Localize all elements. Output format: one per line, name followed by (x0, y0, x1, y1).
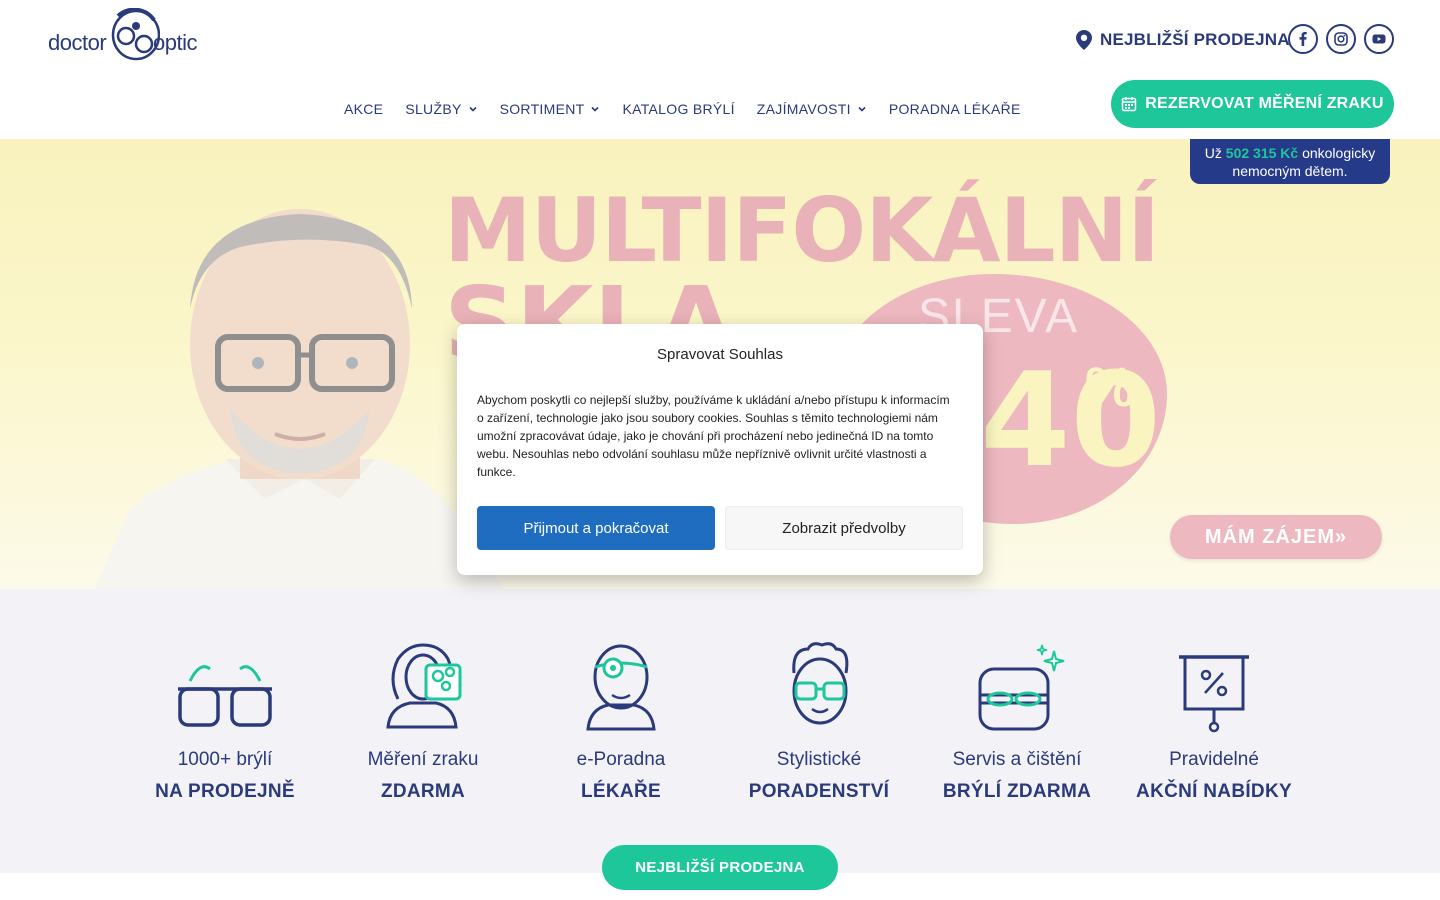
consent-title: Spravovat Souhlas (657, 346, 783, 363)
nearest-store-label: NEJBLIŽŠÍ PRODEJNA (1100, 30, 1290, 49)
feature-line2: ZDARMA (380, 781, 466, 802)
feature-offers: Pravidelné AKČNÍ NABÍDKY (1114, 639, 1314, 803)
logo-text-doctor: doctor (48, 30, 107, 55)
calendar-icon (1122, 97, 1137, 112)
logo-mark-icon (111, 8, 160, 61)
map-pin-icon (1076, 30, 1092, 50)
chevron-down-icon (858, 106, 866, 112)
discount-board-icon (1179, 655, 1249, 733)
feature-line2: AKČNÍ NABÍDKY (1136, 781, 1292, 802)
nearest-store-link[interactable]: NEJBLIŽŠÍ PRODEJNA (1076, 28, 1290, 52)
nav-item-zajimavosti[interactable]: ZAJÍMAVOSTI (757, 101, 867, 117)
instagram-icon (1334, 32, 1348, 46)
nav-item-sortiment[interactable]: SORTIMENT (500, 101, 601, 117)
nav-item-akce[interactable]: AKCE (344, 101, 383, 117)
feature-line2: PORADENSTVÍ (748, 781, 890, 802)
feature-line1: e-Poradna (576, 749, 666, 770)
youtube-link[interactable] (1364, 24, 1394, 54)
lens-case-icon (978, 644, 1065, 731)
feature-line1: Pravidelné (1169, 749, 1259, 770)
feature-glasses: 1000+ brýlí NA PRODEJNĚ (125, 639, 325, 803)
nav-item-label: ZAJÍMAVOSTI (756, 101, 851, 117)
youtube-icon (1372, 34, 1386, 44)
facebook-icon (1299, 32, 1307, 46)
consent-text: Abychom poskytli co nejlepší služby, pou… (477, 393, 950, 479)
main-nav: AKCE SLUŽBY SORTIMENT KATALOG BRÝLÍ ZAJÍ… (344, 98, 1043, 120)
charity-amount: 502 315 Kč (1225, 145, 1299, 161)
site-header: doctor optic NEJBLIŽŠÍ PRODEJNA AKCE SLU… (0, 0, 1440, 139)
feature-line2: LÉKAŘE (581, 781, 661, 802)
charity-suffix: onkologicky (1302, 145, 1376, 161)
charity-prefix: Už (1204, 145, 1222, 161)
nav-item-poradna[interactable]: PORADNA LÉKAŘE (889, 101, 1021, 117)
feature-line1: 1000+ brýlí (177, 749, 273, 770)
instagram-link[interactable] (1326, 24, 1356, 54)
chevron-down-icon (591, 106, 600, 112)
nav-item-label: SLUŽBY (405, 101, 462, 117)
eye-test-icon (386, 643, 462, 729)
reserve-eye-exam-button[interactable]: REZERVOVAT MĚŘENÍ ZRAKU (1111, 80, 1394, 128)
logo-text-optic: optic (153, 30, 197, 55)
nearest-store-button[interactable]: NEJBLIŽŠÍ PRODEJNA (602, 845, 838, 890)
stylist-icon (792, 642, 849, 725)
nav-item-label: KATALOG BRÝLÍ (622, 101, 735, 117)
reserve-button-label: REZERVOVAT MĚŘENÍ ZRAKU (1145, 95, 1384, 112)
charity-line2: nemocným dětem. (1232, 163, 1348, 179)
charity-badge[interactable]: Už 502 315 Kč onkologicky nemocným dětem… (1190, 139, 1390, 184)
nav-item-label: PORADNA LÉKAŘE (888, 101, 1021, 117)
feature-line2: BRÝLÍ ZDARMA (942, 781, 1092, 802)
nav-item-sluzby[interactable]: SLUŽBY (405, 101, 477, 117)
nav-item-label: SORTIMENT (499, 101, 585, 117)
feature-line1: Měření zraku (367, 749, 479, 770)
chevron-down-icon (469, 106, 477, 112)
nav-item-katalog[interactable]: KATALOG BRÝLÍ (622, 101, 734, 117)
accept-button[interactable]: Přijmout a pokračovat (477, 506, 715, 550)
features-section: 1000+ brýlí NA PRODEJNĚ Měření zraku ZDA… (0, 589, 1440, 873)
feature-stylist: Stylistické PORADENSTVÍ (719, 639, 919, 803)
facebook-link[interactable] (1288, 24, 1318, 54)
view-preferences-button[interactable]: Zobrazit předvolby (725, 506, 963, 550)
cookie-consent-dialog: Spravovat Souhlas Abychom poskytli co ne… (457, 324, 983, 575)
glasses-icon (178, 665, 272, 727)
feature-eye-exam: Měření zraku ZDARMA (323, 639, 523, 803)
doctor-optic-logo[interactable]: doctor optic (48, 8, 208, 64)
feature-e-consult: e-Poradna LÉKAŘE (521, 639, 721, 803)
feature-line1: Stylistické (776, 749, 862, 770)
feature-service: Servis a čištění BRÝLÍ ZDARMA (917, 639, 1117, 803)
charity-line1: Už 502 315 Kč onkologicky (1190, 144, 1390, 162)
feature-line1: Servis a čištění (952, 749, 1082, 770)
doctor-icon (586, 644, 656, 731)
nav-item-label: AKCE (344, 101, 384, 117)
feature-line2: NA PRODEJNĚ (155, 781, 295, 802)
